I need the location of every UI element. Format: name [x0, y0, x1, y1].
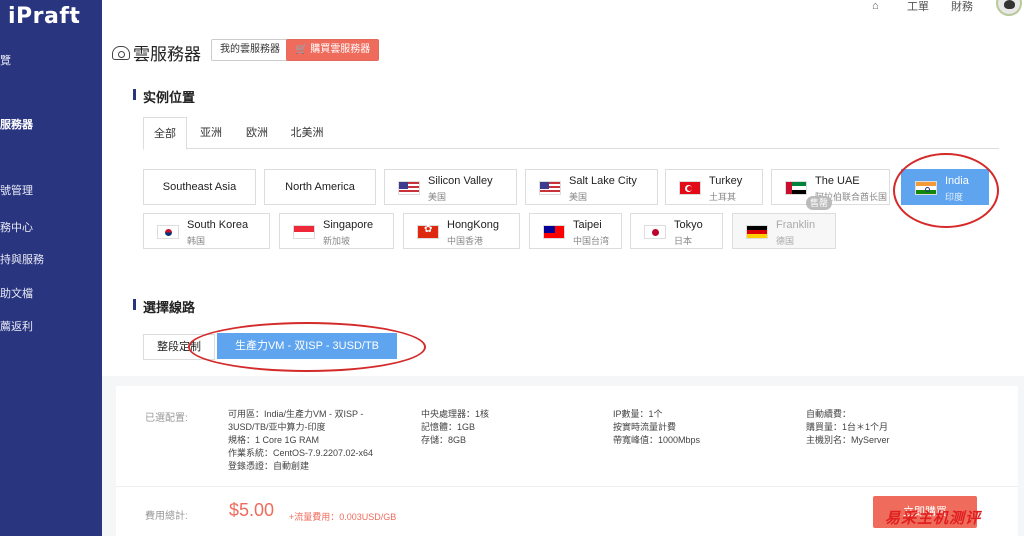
annotation-circle-india — [893, 153, 999, 228]
region-north-america[interactable]: North America — [264, 169, 376, 205]
sidebar-item-support[interactable]: 持與服務 — [0, 251, 44, 267]
cloud-icon — [112, 45, 130, 60]
location-name: Taipei — [573, 219, 602, 231]
location-name: Turkey — [709, 175, 743, 187]
page-title: 雲服務器 — [133, 45, 201, 64]
tab-europe[interactable]: 欧洲 — [235, 117, 279, 150]
sidebar-item-servers[interactable]: 服務器 — [0, 116, 33, 132]
sidebar-item-referral[interactable]: 薦返利 — [0, 318, 33, 334]
location-name: HongKong — [447, 219, 499, 231]
location-name: Silicon Valley — [428, 175, 493, 187]
location-silicon-valley[interactable]: Silicon Valley 美国 — [384, 169, 517, 205]
us-flag-icon — [539, 181, 561, 195]
config-label: 已選配置: — [145, 413, 188, 424]
config-quantity: 購買量：1台＊1个月 — [806, 422, 889, 432]
location-name: South Korea — [187, 219, 249, 231]
config-column-zone: 可用區：India/生產力VM - 双ISP - 3USD/TB/亚中算力-印度… — [228, 408, 373, 473]
config-auto-renew: 自動續費： — [806, 409, 852, 419]
config-column-network: IP數量：1个 按實時流量計費 帶寬峰值：1000Mbps — [613, 408, 700, 447]
sidebar: iPraft 覽 服務器 號管理 務中心 持與服務 助文檔 薦返利 — [0, 0, 102, 536]
location-name: Salt Lake City — [569, 175, 637, 187]
finance-link[interactable]: 財務 — [951, 0, 973, 14]
sidebar-item-service-center[interactable]: 務中心 — [0, 219, 33, 235]
config-storage: 存儲：8GB — [421, 435, 467, 445]
japan-flag-icon — [644, 225, 666, 239]
config-cpu: 中央處理器：1核 — [421, 409, 490, 419]
top-bar — [102, 0, 1024, 18]
location-salt-lake-city[interactable]: Salt Lake City 美国 — [525, 169, 658, 205]
location-turkey[interactable]: Turkey 土耳其 — [665, 169, 763, 205]
taiwan-flag-icon — [543, 225, 565, 239]
config-zone-line2: 3USD/TB/亚中算力-印度 — [228, 422, 326, 432]
location-country: 韩国 — [187, 236, 206, 246]
total-price: $5.00 — [229, 500, 275, 520]
home-icon[interactable]: ⌂ — [872, 0, 879, 12]
us-flag-icon — [398, 181, 420, 195]
config-zone-line1: 可用區：India/生產力VM - 双ISP - — [228, 409, 364, 419]
location-country: 中国台湾 — [573, 236, 610, 246]
germany-flag-icon — [746, 225, 768, 239]
region-tabs: 全部 亚洲 欧洲 北美洲 — [143, 117, 999, 150]
buy-server-label: 購買雲服務器 — [310, 44, 371, 55]
location-country: 日本 — [674, 236, 693, 246]
avatar-icon — [1004, 0, 1015, 9]
location-name: Franklin — [776, 219, 816, 231]
location-country: 土耳其 — [709, 192, 737, 202]
config-hostname: 主機別名：MyServer — [806, 435, 890, 445]
location-section-title: 实例位置 — [133, 87, 195, 106]
config-divider — [116, 486, 1018, 487]
total-label: 費用總計: — [145, 511, 188, 522]
config-billing: 按實時流量計費 — [613, 422, 677, 432]
annotation-circle-line — [188, 322, 426, 372]
location-name: The UAE — [815, 175, 860, 187]
sold-out-badge: 售罄 — [806, 196, 833, 210]
sidebar-item-docs[interactable]: 助文檔 — [0, 285, 33, 301]
location-country: 中国香港 — [447, 236, 484, 246]
config-memory: 記憶體：1GB — [421, 422, 476, 432]
region-southeast-asia[interactable]: Southeast Asia — [143, 169, 256, 205]
location-country: 美国 — [569, 192, 588, 202]
page-header: 雲服務器 — [112, 40, 201, 65]
config-column-order: 自動續費： 購買量：1台＊1个月 主機別名：MyServer — [806, 408, 890, 447]
config-os: 作業系統：CentOS-7.9.2207.02-x64 — [228, 448, 374, 458]
config-bandwidth: 帶寬峰值：1000Mbps — [613, 435, 701, 445]
turkey-flag-icon — [679, 181, 701, 195]
location-tokyo[interactable]: Tokyo 日本 — [630, 213, 723, 249]
uae-flag-icon — [785, 181, 807, 195]
tab-all[interactable]: 全部 — [143, 117, 187, 150]
watermark: 易采主机测评 — [885, 510, 982, 527]
sidebar-item-overview[interactable]: 覽 — [0, 52, 11, 68]
hongkong-flag-icon — [417, 224, 439, 239]
buy-server-button[interactable]: 🛒 購買雲服務器 — [286, 39, 380, 61]
my-servers-button[interactable]: 我的雲服務器 — [211, 39, 289, 61]
config-ip-count: IP數量：1个 — [613, 409, 663, 419]
location-name: Tokyo — [674, 219, 703, 231]
tab-asia[interactable]: 亚洲 — [189, 117, 233, 150]
logo-dot — [72, 17, 77, 22]
location-hongkong[interactable]: HongKong 中国香港 — [403, 213, 520, 249]
config-login: 登錄憑證：自動創建 — [228, 461, 310, 471]
config-spec: 規格：1 Core 1G RAM — [228, 435, 320, 445]
cart-icon: 🛒 — [295, 44, 311, 55]
tickets-link[interactable]: 工單 — [907, 0, 929, 14]
brand-logo[interactable]: iPraft — [8, 4, 80, 29]
config-column-hardware: 中央處理器：1核 記憶體：1GB 存儲：8GB — [421, 408, 489, 447]
tab-north-america[interactable]: 北美洲 — [281, 117, 333, 150]
location-country: 新加坡 — [323, 236, 351, 246]
line-section-title: 選擇線路 — [133, 297, 195, 316]
location-franklin: Franklin 德国 — [732, 213, 836, 249]
sidebar-item-account[interactable]: 號管理 — [0, 182, 33, 198]
location-name: Singapore — [323, 219, 374, 231]
location-taipei[interactable]: Taipei 中国台湾 — [529, 213, 622, 249]
location-country: 德国 — [776, 236, 795, 246]
singapore-flag-icon — [293, 225, 315, 239]
korea-flag-icon — [157, 225, 179, 239]
location-south-korea[interactable]: South Korea 韩国 — [143, 213, 270, 249]
location-country: 美国 — [428, 192, 447, 202]
traffic-fee: +流量費用：0.003USD/GB — [289, 512, 397, 522]
location-singapore[interactable]: Singapore 新加坡 — [279, 213, 394, 249]
